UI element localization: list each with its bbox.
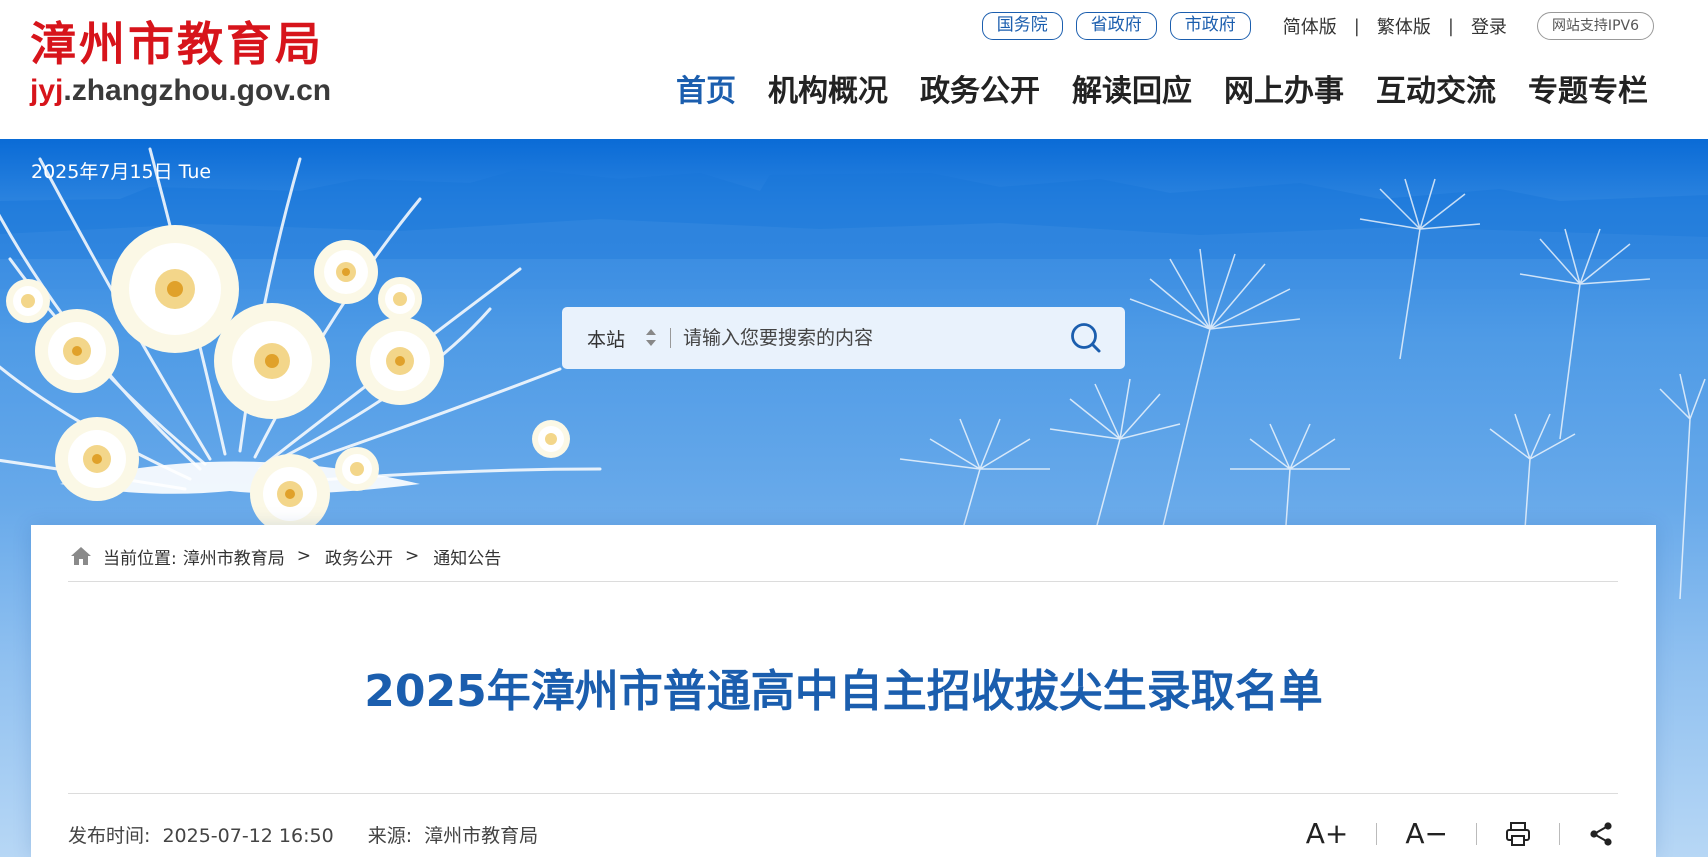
breadcrumb-item[interactable]: 漳州市教育局: [183, 544, 285, 569]
divider: [68, 793, 1618, 794]
publish-time: 2025-07-12 16:50: [162, 825, 334, 847]
search-bar: 本站: [562, 307, 1125, 369]
divider: |: [1353, 15, 1360, 37]
divider: |: [1447, 15, 1454, 37]
breadcrumb: 当前位置: 漳州市教育局 > 政务公开 > 通知公告: [69, 543, 501, 569]
source-value: 漳州市教育局: [424, 825, 539, 847]
breadcrumb-separator: >: [296, 546, 311, 566]
print-icon: [1506, 822, 1530, 846]
top-links: 国务院 省政府 市政府 简体版 | 繁体版 | 登录 网站支持IPV6: [969, 12, 1654, 40]
article-meta: 发布时间: 2025-07-12 16:50 来源: 漳州市教育局: [68, 821, 538, 848]
logo-url-prefix: jyj: [30, 74, 64, 107]
share-button[interactable]: [1588, 821, 1614, 847]
content-card: 当前位置: 漳州市教育局 > 政务公开 > 通知公告 2025年漳州市普通高中自…: [31, 525, 1656, 857]
site-header: 漳州市教育局 jyj.zhangzhou.gov.cn 国务院 省政府 市政府 …: [0, 0, 1708, 139]
search-button[interactable]: [1069, 321, 1103, 355]
breadcrumb-label: 当前位置:: [103, 548, 177, 569]
divider: [1376, 823, 1378, 845]
nav-online-services[interactable]: 网上办事: [1224, 72, 1344, 112]
breadcrumb-item[interactable]: 政务公开: [325, 544, 393, 569]
current-date: 2025年7月15日 Tue: [31, 161, 212, 183]
site-logo[interactable]: 漳州市教育局 jyj.zhangzhou.gov.cn: [30, 16, 331, 108]
print-button[interactable]: [1505, 821, 1531, 847]
home-icon[interactable]: [69, 545, 93, 567]
nav-home[interactable]: 首页: [676, 72, 736, 112]
ipv6-badge: 网站支持IPV6: [1536, 12, 1654, 40]
search-scope-select[interactable]: 本站: [587, 325, 625, 352]
font-decrease-button[interactable]: A−: [1405, 816, 1448, 852]
share-icon: [1590, 822, 1612, 846]
nav-interaction[interactable]: 互动交流: [1376, 72, 1496, 112]
link-login[interactable]: 登录: [1471, 13, 1507, 39]
link-simplified[interactable]: 简体版: [1283, 13, 1337, 39]
article-tools: A+ A−: [1306, 816, 1614, 852]
divider: [670, 328, 672, 348]
logo-url-suffix: .zhangzhou.gov.cn: [63, 74, 332, 107]
updown-arrow-icon[interactable]: [645, 327, 657, 349]
nav-gov-affairs[interactable]: 政务公开: [920, 72, 1040, 112]
link-guowuyuan[interactable]: 国务院: [981, 12, 1063, 40]
breadcrumb-separator: >: [404, 546, 420, 566]
link-sheng-zhengfu[interactable]: 省政府: [1075, 12, 1157, 40]
font-increase-button[interactable]: A+: [1306, 816, 1349, 852]
logo-url: jyj.zhangzhou.gov.cn: [30, 74, 331, 108]
search-input[interactable]: [683, 318, 1044, 358]
divider: [68, 581, 1618, 582]
divider: [1559, 823, 1560, 845]
link-shi-zhengfu[interactable]: 市政府: [1169, 12, 1251, 40]
nav-special-topics[interactable]: 专题专栏: [1528, 72, 1648, 112]
publish-time-label: 发布时间:: [68, 825, 151, 847]
article-title: 2025年漳州市普通高中自主招收拔尖生录取名单: [364, 666, 1323, 717]
nav-interpretation[interactable]: 解读回应: [1072, 72, 1192, 112]
logo-title: 漳州市教育局: [30, 17, 324, 71]
divider: [1476, 823, 1477, 845]
main-nav: 首页 机构概况 政务公开 解读回应 网上办事 互动交流 专题专栏: [644, 72, 1648, 112]
source-label: 来源:: [367, 825, 413, 847]
breadcrumb-item[interactable]: 通知公告: [433, 544, 501, 569]
nav-org-overview[interactable]: 机构概况: [768, 72, 888, 112]
link-traditional[interactable]: 繁体版: [1377, 13, 1431, 39]
search-icon: [1071, 323, 1101, 353]
